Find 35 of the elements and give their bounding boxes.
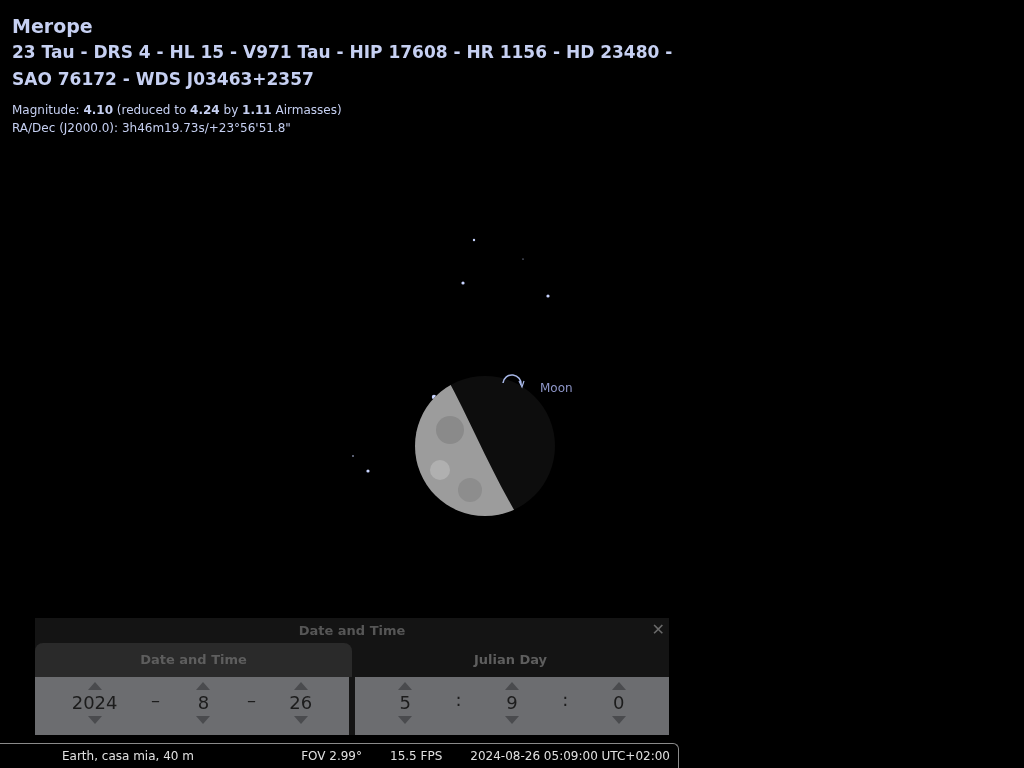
datetime-text: 2024-08-26 05:09:00 UTC+02:00 bbox=[470, 748, 670, 765]
spinner-value[interactable]: 2024 bbox=[71, 692, 118, 714]
close-button[interactable]: ✕ bbox=[651, 620, 665, 640]
object-designations: 23 Tau - DRS 4 - HL 15 - V971 Tau - HIP 17608 - HR 1156 - HD 23480 - bbox=[12, 41, 674, 64]
down-arrow-icon bbox=[398, 716, 413, 724]
location-text: Earth, casa mia, 40 m bbox=[62, 748, 194, 765]
fps-text: 15.5 FPS bbox=[390, 748, 443, 765]
magnitude-text: Magnitude: 4.10 (reduced to 4.24 by 1.11 Airmasses) bbox=[12, 102, 343, 119]
separator-text: : bbox=[562, 688, 569, 712]
separator-text: – bbox=[246, 688, 256, 712]
dialog-title: Date and Time bbox=[298, 621, 406, 640]
spinner-value[interactable]: 5 bbox=[399, 692, 411, 714]
fov-text: FOV 2.99° bbox=[301, 748, 362, 765]
target-marker-icon bbox=[502, 374, 525, 389]
spinner-value[interactable]: 8 bbox=[197, 692, 210, 714]
object-name: Merope bbox=[12, 14, 94, 39]
spinner-value[interactable]: 26 bbox=[289, 692, 313, 714]
up-arrow-icon bbox=[87, 682, 102, 690]
up-arrow-icon bbox=[196, 682, 211, 690]
spinner-value[interactable]: 9 bbox=[506, 692, 518, 714]
down-arrow-icon bbox=[196, 716, 211, 724]
up-arrow-icon bbox=[293, 682, 308, 690]
up-arrow-icon bbox=[611, 682, 626, 690]
separator-text: – bbox=[151, 688, 160, 712]
down-arrow-icon bbox=[293, 716, 308, 724]
down-arrow-icon bbox=[611, 716, 626, 724]
up-arrow-icon bbox=[398, 682, 413, 690]
radec-text: RA/Dec (J2000.0): 3h46m19.73s/+23°56'51.8" bbox=[12, 120, 292, 137]
moon-label: Moon bbox=[540, 380, 573, 397]
up-arrow-icon bbox=[504, 682, 519, 690]
object-designations: SAO 76172 - WDS J03463+2357 bbox=[12, 68, 315, 91]
down-arrow-icon bbox=[87, 716, 102, 724]
separator-text: : bbox=[455, 688, 462, 712]
spinner-value[interactable]: 0 bbox=[613, 692, 625, 714]
down-arrow-icon bbox=[504, 716, 519, 724]
